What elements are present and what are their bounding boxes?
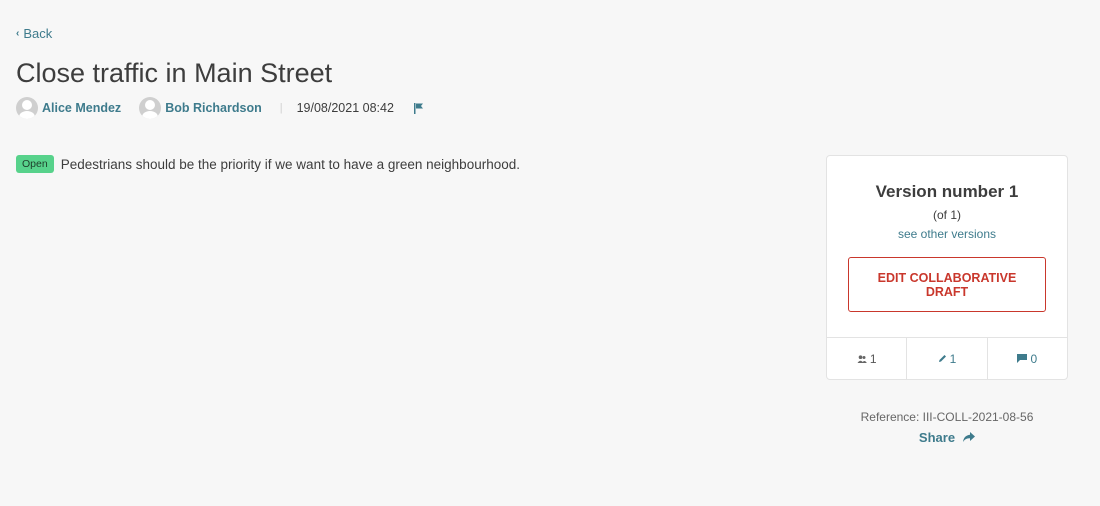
chevron-left-icon: ‹ — [16, 28, 20, 39]
contributors-icon — [857, 352, 867, 366]
see-other-versions-link[interactable]: see other versions — [827, 227, 1067, 241]
author-link[interactable]: Bob Richardson — [139, 97, 262, 119]
proposal-body: Open Pedestrians should be the priority … — [16, 155, 520, 173]
page-title: Close traffic in Main Street — [16, 58, 333, 88]
date: 19/08/2021 08:42 — [296, 101, 394, 115]
reference: Reference: III-COLL-2021-08-56 — [860, 410, 1034, 424]
share-label: Share — [918, 430, 956, 445]
author-name: Bob Richardson — [165, 101, 262, 115]
back-label: Back — [23, 26, 53, 41]
edits-stat: 1 — [907, 338, 988, 379]
pencil-icon — [938, 352, 947, 366]
version-of: (of 1) — [932, 208, 961, 222]
comments-count: 0 — [1030, 351, 1038, 366]
share-link[interactable]: Share — [826, 430, 1068, 445]
author-name: Alice Mendez — [42, 101, 122, 115]
avatar — [139, 97, 162, 119]
flag-icon[interactable] — [413, 102, 424, 114]
contributors-count: 1 — [869, 351, 877, 366]
back-link[interactable]: ‹ Back — [16, 26, 52, 41]
avatar — [16, 97, 38, 119]
edit-collaborative-draft-button[interactable]: EDIT COLLABORATIVE DRAFT — [848, 257, 1046, 312]
edit-button-label: EDIT COLLABORATIVE DRAFT — [877, 270, 1017, 299]
version-title: Version number 1 — [875, 182, 1019, 201]
contributors-stat: 1 — [827, 338, 908, 379]
status-badge: Open — [16, 155, 54, 173]
version-card: Version number 1 (of 1) see other versio… — [826, 155, 1068, 380]
share-icon — [963, 430, 976, 445]
meta-row: Alice Mendez Bob Richardson | 19/08/2021… — [16, 97, 424, 119]
body-text: Pedestrians should be the priority if we… — [60, 156, 520, 172]
comments-stat: 0 — [988, 338, 1067, 379]
stats-row: 1 1 0 — [827, 337, 1067, 379]
edits-count: 1 — [949, 351, 957, 366]
author-link[interactable]: Alice Mendez — [16, 97, 121, 119]
comment-icon — [1017, 352, 1028, 366]
divider: | — [279, 102, 283, 114]
